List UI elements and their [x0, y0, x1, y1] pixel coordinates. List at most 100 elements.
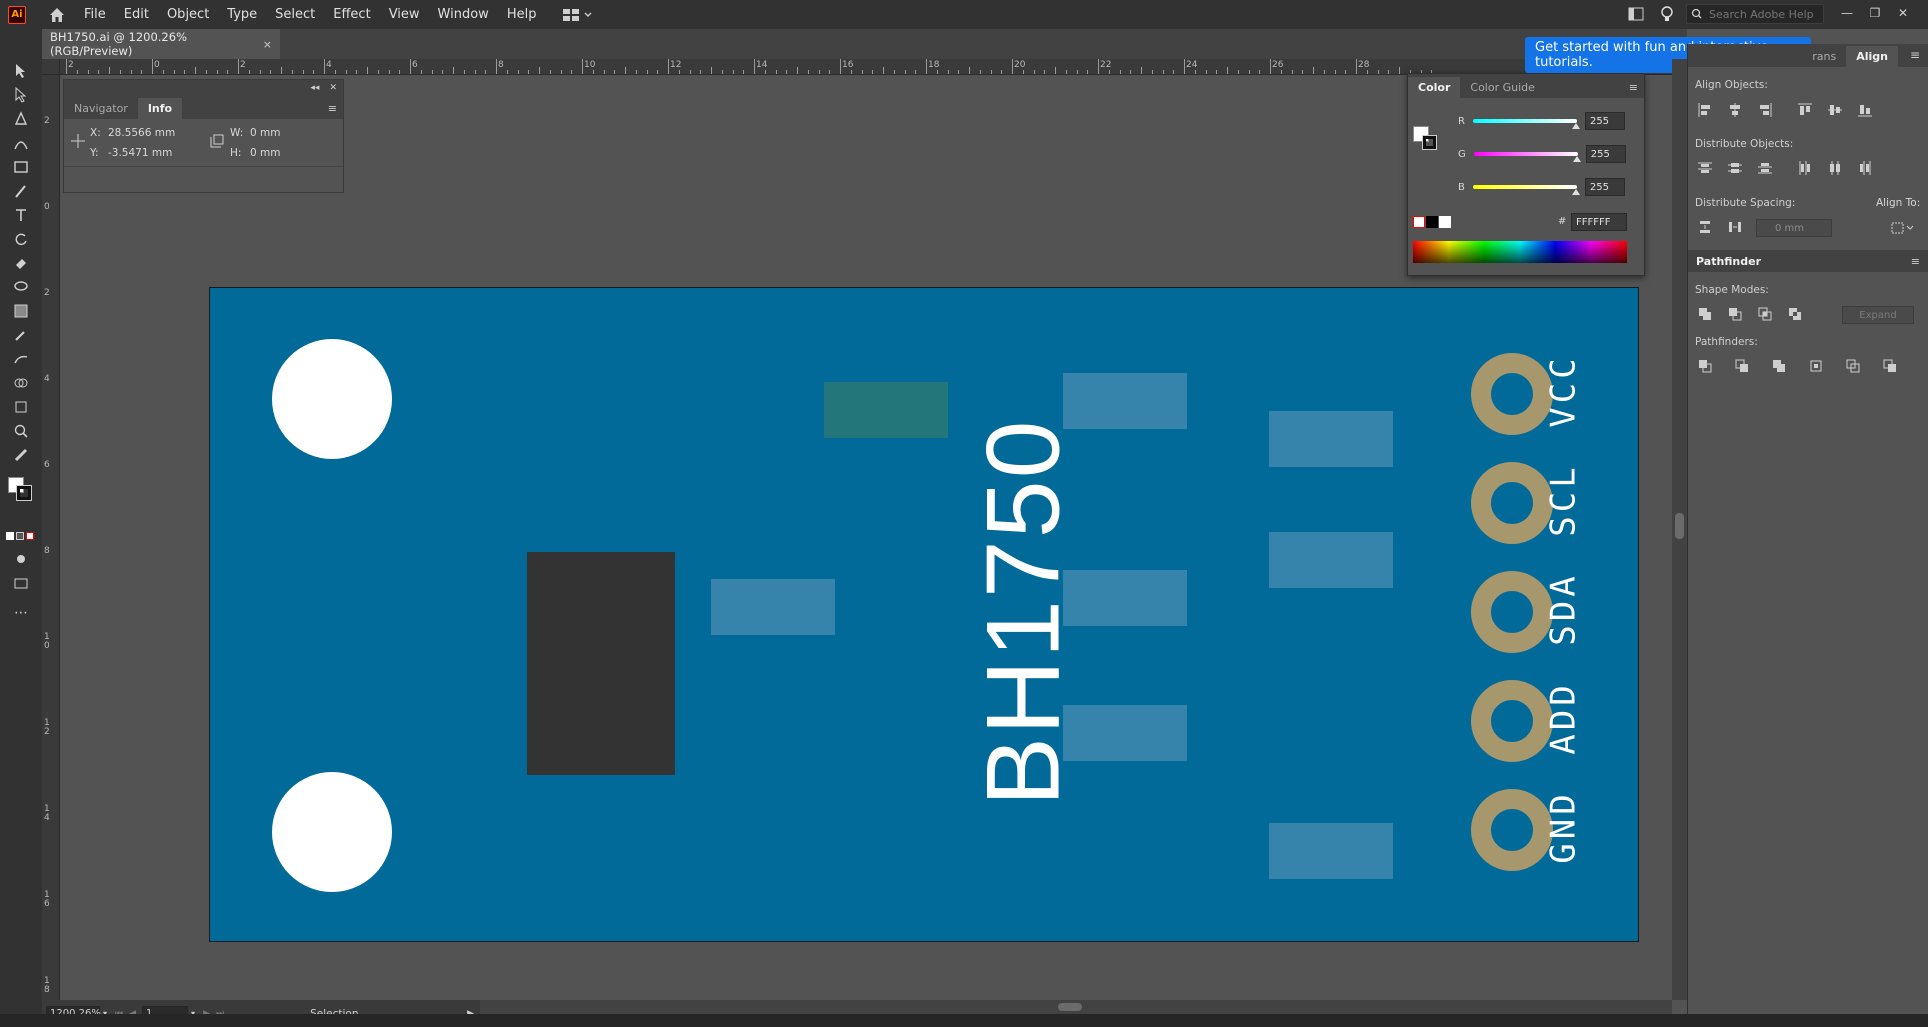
tab-align[interactable]: Align [1846, 46, 1898, 67]
quick-swatches[interactable] [1413, 216, 1451, 228]
minimize-button[interactable]: — [1833, 3, 1861, 23]
exclude-icon[interactable] [1785, 305, 1805, 323]
b-slider[interactable] [1472, 185, 1580, 195]
menu-window[interactable]: Window [438, 7, 489, 22]
distribute-hspace-icon[interactable] [1725, 218, 1745, 236]
spacing-input[interactable]: 0 mm [1756, 219, 1832, 237]
horizontal-scroll-thumb[interactable] [1058, 1003, 1082, 1011]
panel-menu-icon[interactable]: ≡ [1911, 255, 1920, 268]
gradient-tool[interactable] [10, 301, 32, 321]
search-box[interactable] [1686, 4, 1824, 24]
artboard-bh1750[interactable]: BH1750 VCC SCL SDA ADD GND [209, 287, 1639, 942]
panel-menu-icon[interactable]: ≡ [1629, 81, 1638, 98]
r-slider[interactable] [1472, 119, 1580, 129]
rotate-tool[interactable] [10, 229, 32, 249]
eyedropper-tool[interactable] [10, 325, 32, 345]
search-input[interactable] [1709, 7, 1819, 21]
color-mode-icons[interactable] [6, 532, 36, 542]
align-top-icon[interactable] [1795, 101, 1815, 119]
smd-pad[interactable] [711, 579, 835, 635]
shape-builder-tool[interactable] [10, 373, 32, 393]
light-sensor[interactable] [824, 382, 948, 438]
tab-color-guide[interactable]: Color Guide [1460, 77, 1545, 98]
close-tab-icon[interactable]: × [263, 38, 272, 51]
close-panel-icon[interactable]: ✕ [329, 83, 337, 93]
paintbrush-tool[interactable] [10, 181, 32, 201]
align-right-icon[interactable] [1755, 101, 1775, 119]
unite-icon[interactable] [1695, 305, 1715, 323]
menu-view[interactable]: View [389, 7, 420, 22]
pin-ring-vcc[interactable] [1471, 353, 1553, 435]
maximize-button[interactable]: ❐ [1861, 3, 1889, 23]
smd-pad[interactable] [1063, 373, 1187, 429]
minus-front-icon[interactable] [1725, 305, 1745, 323]
tab-navigator[interactable]: Navigator [64, 98, 138, 119]
collapse-panel-icon[interactable]: ◂◂ [310, 83, 319, 93]
close-window-button[interactable]: ✕ [1889, 3, 1917, 23]
distribute-top-icon[interactable] [1695, 159, 1715, 177]
menu-help[interactable]: Help [507, 7, 537, 22]
smd-pad[interactable] [1269, 532, 1393, 588]
minus-back-icon[interactable] [1880, 357, 1900, 375]
align-left-icon[interactable] [1695, 101, 1715, 119]
pin-label-scl[interactable]: SCL [1544, 463, 1584, 536]
pin-ring-gnd[interactable] [1471, 789, 1553, 871]
distribute-left-icon[interactable] [1795, 159, 1815, 177]
distribute-vspace-icon[interactable] [1695, 218, 1715, 236]
align-hcenter-icon[interactable] [1725, 101, 1745, 119]
screen-mode-tool[interactable] [10, 573, 32, 593]
menu-edit[interactable]: Edit [124, 7, 149, 22]
divide-icon[interactable] [1695, 357, 1715, 375]
type-tool[interactable] [10, 205, 32, 225]
pin-ring-sda[interactable] [1471, 571, 1553, 653]
vertical-scroll-thumb[interactable] [1675, 513, 1684, 539]
selection-tool[interactable] [10, 61, 32, 81]
curvature-tool[interactable] [10, 133, 32, 153]
expand-button[interactable]: Expand [1842, 306, 1914, 324]
tab-info[interactable]: Info [137, 98, 183, 119]
pen-tool[interactable] [10, 109, 32, 129]
artboard-tool[interactable] [10, 397, 32, 417]
menu-file[interactable]: File [84, 7, 106, 22]
fill-stroke-swatch[interactable] [1413, 126, 1437, 150]
b-input[interactable]: 255 [1584, 178, 1625, 196]
smd-pad[interactable] [1269, 823, 1393, 879]
more-tools-icon[interactable]: ⋯ [10, 603, 32, 623]
distribute-vcenter-icon[interactable] [1725, 159, 1745, 177]
vertical-ruler[interactable]: 2 0 2 4 6 8 1 0 1 2 1 4 1 6 1 8 [42, 75, 60, 1000]
panel-toggle-icon[interactable] [1628, 7, 1644, 21]
align-bottom-icon[interactable] [1855, 101, 1875, 119]
draw-mode-tool[interactable] [10, 549, 32, 569]
smd-pad[interactable] [1063, 705, 1187, 761]
merge-icon[interactable] [1769, 357, 1789, 375]
pin-label-vcc[interactable]: VCC [1544, 354, 1584, 427]
outline-icon[interactable] [1843, 357, 1863, 375]
horizontal-scrollbar[interactable] [480, 1000, 1672, 1014]
pin-ring-scl[interactable] [1471, 462, 1553, 544]
panel-menu-icon[interactable]: ≡ [328, 102, 337, 119]
measure-tool[interactable] [10, 445, 32, 465]
ic-chip[interactable] [527, 552, 675, 775]
fill-stroke-swatch[interactable] [8, 477, 34, 503]
ruler-origin[interactable] [42, 59, 60, 75]
crop-icon[interactable] [1806, 357, 1826, 375]
trim-icon[interactable] [1732, 357, 1752, 375]
pin-label-sda[interactable]: SDA [1544, 572, 1584, 645]
align-vcenter-icon[interactable] [1825, 101, 1845, 119]
rectangle-tool[interactable] [10, 157, 32, 177]
intersect-icon[interactable] [1755, 305, 1775, 323]
menu-object[interactable]: Object [167, 7, 209, 22]
panel-menu-icon[interactable]: ≡ [1910, 48, 1920, 62]
color-spectrum[interactable] [1413, 241, 1627, 263]
eraser-tool[interactable] [10, 253, 32, 273]
align-to-dropdown[interactable] [1888, 219, 1916, 237]
lasso-tool[interactable] [10, 277, 32, 297]
tab-color[interactable]: Color [1408, 77, 1461, 98]
mount-hole-bottom[interactable] [272, 772, 392, 892]
pin-label-add[interactable]: ADD [1544, 681, 1584, 754]
distribute-bottom-icon[interactable] [1755, 159, 1775, 177]
lightbulb-icon[interactable] [1660, 5, 1674, 23]
home-icon[interactable] [48, 6, 66, 24]
zoom-tool[interactable] [10, 421, 32, 441]
smd-pad[interactable] [1269, 411, 1393, 467]
